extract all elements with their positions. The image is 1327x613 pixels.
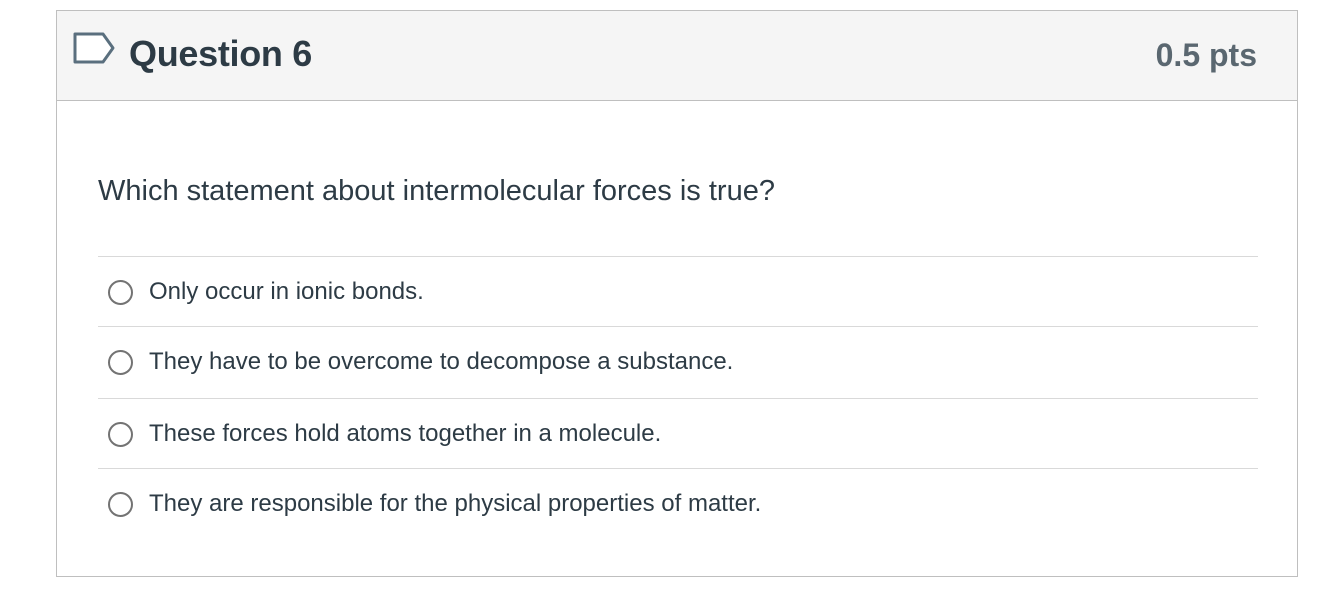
answer-label: They have to be overcome to decompose a … [149,348,734,375]
flag-question-icon[interactable] [73,31,117,65]
answer-option[interactable]: These forces hold atoms together in a mo… [98,398,1258,468]
answer-option[interactable]: They have to be overcome to decompose a … [98,326,1258,398]
radio-button[interactable] [108,492,133,517]
answer-label: Only occur in ionic bonds. [149,278,424,305]
answer-label: These forces hold atoms together in a mo… [149,420,662,447]
question-title: Question 6 [129,33,313,74]
question-text: Which statement about intermolecular for… [98,175,775,207]
answer-option[interactable]: They are responsible for the physical pr… [98,468,1258,538]
radio-button[interactable] [108,280,133,305]
answer-list: Only occur in ionic bonds. They have to … [98,256,1258,538]
question-header: Question 6 0.5 pts [57,11,1297,101]
answer-label: They are responsible for the physical pr… [149,490,762,517]
question-points: 0.5 pts [1155,37,1257,73]
radio-button[interactable] [108,350,133,375]
answer-option[interactable]: Only occur in ionic bonds. [98,256,1258,326]
radio-button[interactable] [108,422,133,447]
question-card: Question 6 0.5 pts Which statement about… [56,10,1298,577]
